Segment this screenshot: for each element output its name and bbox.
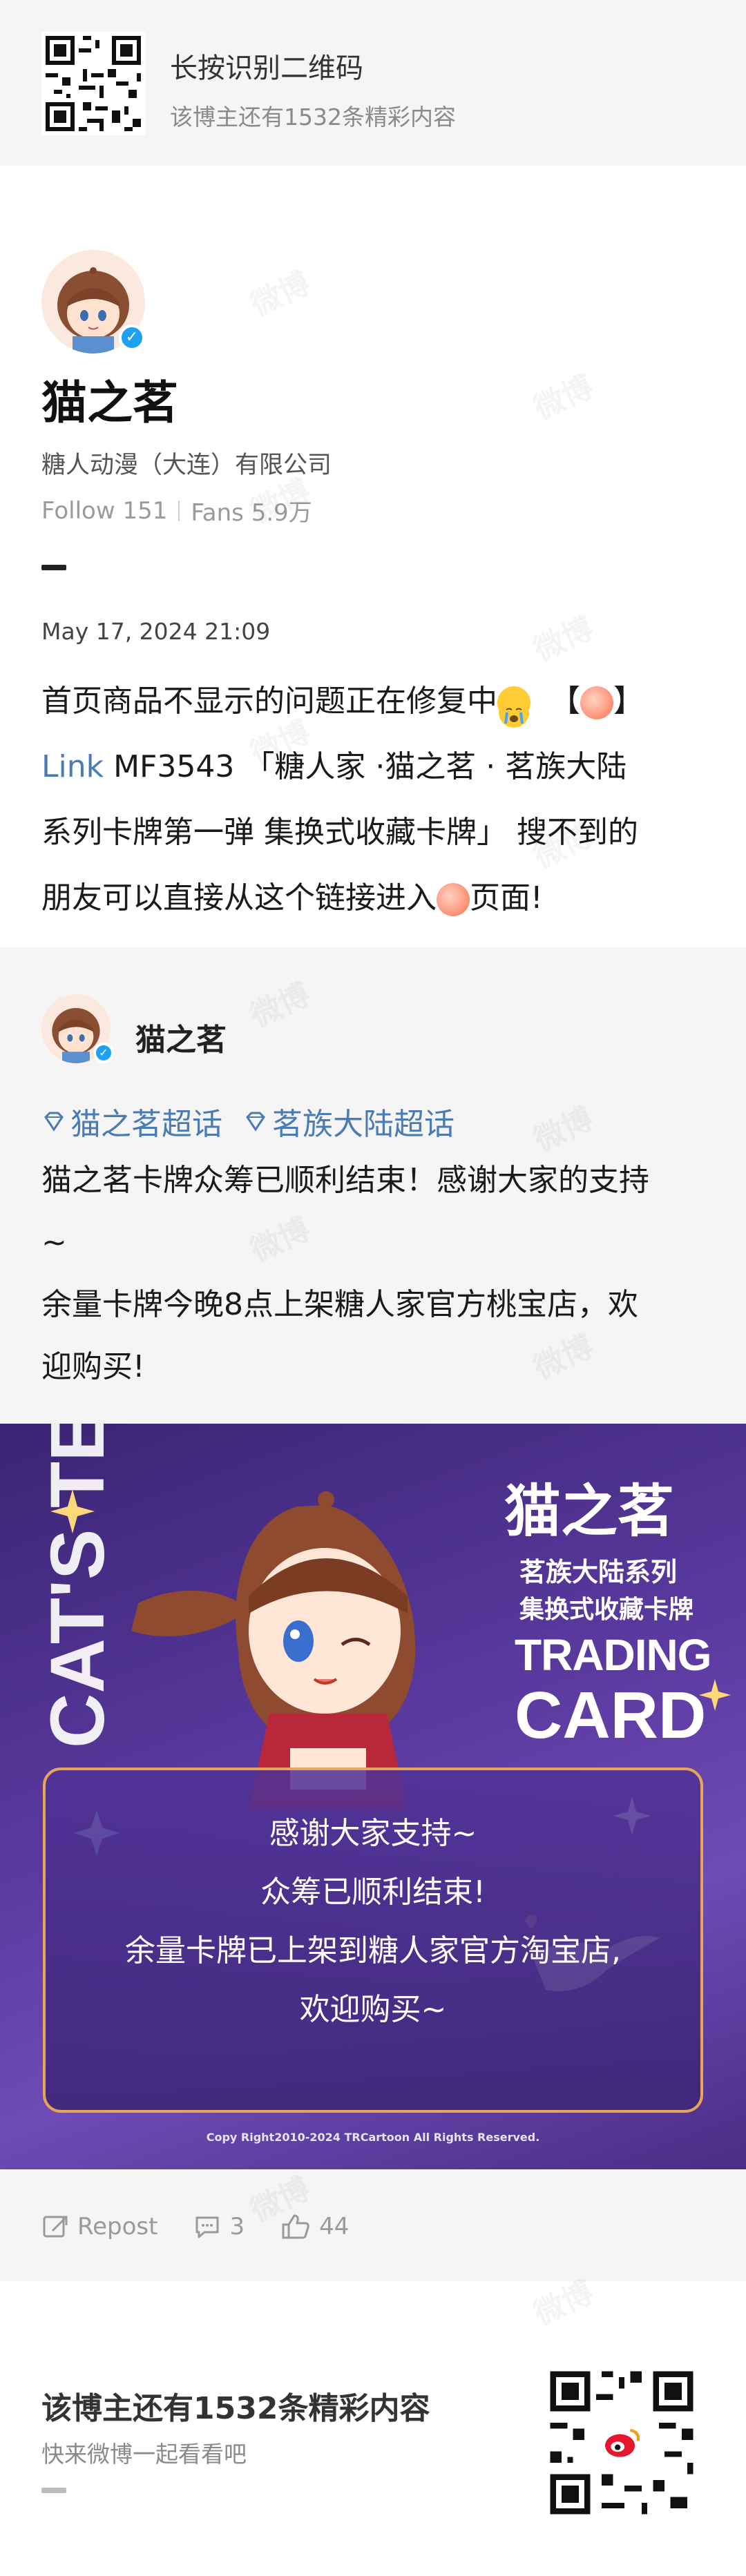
section-divider [41, 2488, 66, 2493]
post-line-3: 系列卡牌第一弹 集换式收藏卡牌」 搜不到的 [41, 815, 638, 850]
super-topic-diamond-icon [246, 1112, 265, 1132]
qr-code-icon[interactable] [539, 2360, 705, 2526]
follow-count[interactable]: Follow 151 [41, 497, 167, 525]
promo-kind: 集换式收藏卡牌 [519, 1596, 694, 1624]
post-line-1: 首页商品不显示的问题正在修复中 【】 [41, 668, 705, 734]
super-topics: 猫之茗超话 茗族大陆超话 [41, 1099, 455, 1143]
peach-emoji-icon [437, 883, 470, 916]
bottom-promo-title: 该博主还有1532条精彩内容 [41, 2391, 430, 2426]
action-bar: Repost 3 44 [41, 2213, 385, 2240]
comment-button[interactable]: 3 [193, 2213, 245, 2240]
promo-trading: TRADING [515, 1630, 712, 1680]
side-title: CAT'S TEA [35, 1424, 120, 1748]
post-date: May 17, 2024 21:09 [41, 618, 271, 645]
watermark: 微博 [526, 603, 600, 669]
stat-divider [178, 500, 180, 521]
qr-banner-subtitle: 该博主还有1532条精彩内容 [170, 104, 456, 130]
post-text: 首页商品不显示的问题正在修复中 【】 Link MF3543 「糖人家 ·猫之茗… [41, 668, 705, 931]
crying-emoji-icon [497, 686, 530, 728]
super-topic-diamond-icon [44, 1112, 64, 1132]
promo-card: CARD [515, 1678, 707, 1752]
promo-line-2: 众筹已顺利结束! [260, 1875, 486, 1910]
repost-author-name[interactable]: 猫之茗 [135, 1015, 227, 1059]
post-link[interactable]: Link [41, 749, 104, 784]
section-divider [41, 565, 66, 570]
verified-badge-icon: ✓ [93, 1043, 114, 1063]
qr-banner-title: 长按识别二维码 [170, 52, 363, 84]
bottom-promo-subtitle: 快来微博一起看看吧 [41, 2441, 247, 2468]
repost-text: 猫之茗卡牌众筹已顺利结束！感谢大家的支持 ~ 余量卡牌今晚8点上架糖人家官方桃宝… [41, 1163, 649, 1384]
verified-badge-icon: ✓ [119, 325, 145, 351]
promo-line-4: 欢迎购买~ [299, 1992, 447, 2027]
promo-image[interactable]: CAT'S TEA 猫之茗 茗族大陆系列 集换式收藏卡牌 TRADING CAR… [0, 1424, 746, 2169]
post-line-2: Link MF3543 「糖人家 ·猫之茗 · 茗族大陆 [41, 749, 627, 784]
comment-icon [195, 2216, 219, 2238]
promo-series: 茗族大陆系列 [519, 1557, 678, 1587]
promo-line-3: 余量卡牌已上架到糖人家官方淘宝店, [125, 1933, 621, 1968]
watermark: 微博 [526, 362, 600, 427]
qr-banner[interactable]: 长按识别二维码 该博主还有1532条精彩内容 [0, 0, 746, 166]
peach-emoji-icon [580, 686, 613, 719]
repost-icon [43, 2216, 68, 2238]
promo-copyright: Copy Right2010-2024 TRCartoon All Rights… [206, 2131, 540, 2144]
post-line-4: 朋友可以直接从这个链接进入 页面! [41, 880, 543, 916]
promo-line-1: 感谢大家支持~ [269, 1816, 477, 1851]
topic-link[interactable]: 猫之茗超话 [41, 1099, 222, 1143]
promo-title: 猫之茗 [504, 1478, 675, 1544]
profile-name: 猫之茗 [41, 376, 178, 429]
topic-link[interactable]: 茗族大陆超话 [243, 1099, 455, 1143]
qr-code-icon [41, 32, 145, 135]
like-button[interactable]: 44 [280, 2213, 349, 2240]
repost-button[interactable]: Repost [41, 2213, 157, 2240]
watermark: 微博 [242, 258, 316, 324]
promo-message-box: 感谢大家支持~ 众筹已顺利结束! 余量卡牌已上架到糖人家官方淘宝店, 欢迎购买~ [43, 1768, 703, 2113]
